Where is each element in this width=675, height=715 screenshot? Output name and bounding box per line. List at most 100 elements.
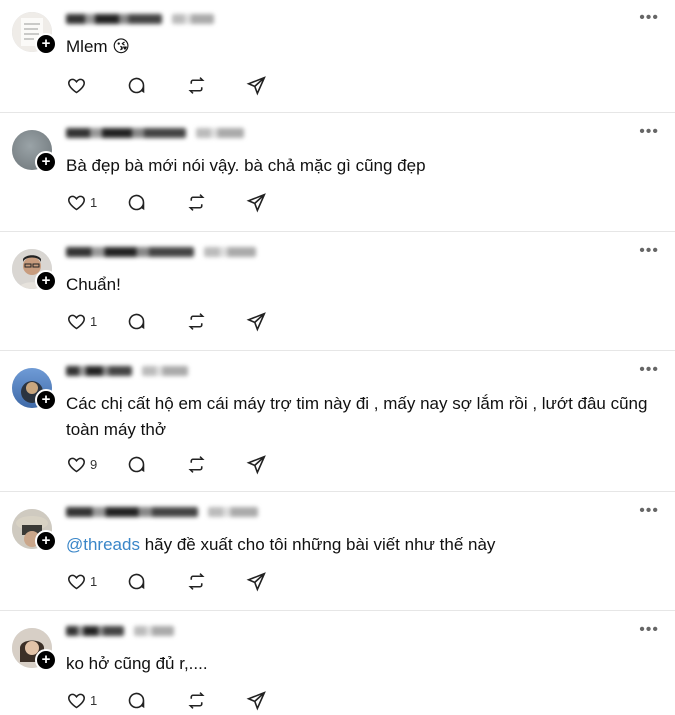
post-header: [66, 245, 256, 259]
share-button[interactable]: [236, 687, 296, 713]
send-icon: [246, 571, 266, 591]
like-count: 1: [90, 573, 98, 589]
more-options-icon[interactable]: •••: [639, 361, 659, 379]
repost-button[interactable]: [176, 189, 236, 215]
timestamp: [196, 128, 244, 138]
post-text: ko hở cũng đủ r,....: [66, 654, 208, 673]
username[interactable]: [66, 14, 162, 24]
like-count: 9: [90, 456, 98, 472]
reply-button[interactable]: [116, 72, 176, 98]
more-options-icon[interactable]: •••: [639, 123, 659, 141]
username[interactable]: [66, 128, 186, 138]
post-text: @threads hãy đề xuất cho tôi những bài v…: [66, 532, 659, 558]
repost-icon: [188, 312, 205, 330]
comment-icon: [128, 313, 145, 329]
share-button[interactable]: [236, 451, 296, 477]
username[interactable]: [66, 507, 198, 517]
timestamp: [172, 14, 214, 24]
repost-icon: [188, 193, 205, 211]
like-button[interactable]: 1: [56, 568, 116, 594]
heart-icon: [68, 574, 85, 589]
heart-icon: [68, 195, 85, 210]
reply-button[interactable]: [116, 308, 176, 334]
timestamp: [134, 626, 174, 636]
post-text: Mlem 😘: [66, 37, 130, 56]
comment-icon: [128, 456, 145, 472]
reply-post: + ••• Chuẩn! 1: [0, 232, 675, 351]
more-options-icon[interactable]: •••: [639, 242, 659, 260]
timestamp: [204, 247, 256, 257]
reply-button[interactable]: [116, 687, 176, 713]
repost-button[interactable]: [176, 451, 236, 477]
follow-plus-icon[interactable]: +: [35, 151, 57, 173]
send-icon: [246, 311, 266, 331]
send-icon: [246, 192, 266, 212]
post-header: [66, 364, 188, 378]
avatar[interactable]: +: [12, 628, 57, 671]
send-icon: [246, 690, 266, 710]
share-button[interactable]: [236, 308, 296, 334]
action-bar: 1: [56, 687, 296, 713]
comment-icon: [128, 573, 145, 589]
repost-icon: [188, 76, 205, 94]
username[interactable]: [66, 247, 194, 257]
action-bar: 1: [56, 308, 296, 334]
more-options-icon[interactable]: •••: [639, 9, 659, 27]
comment-icon: [128, 692, 145, 708]
heart-icon: [68, 693, 85, 708]
follow-plus-icon[interactable]: +: [35, 530, 57, 552]
repost-button[interactable]: [176, 568, 236, 594]
share-button[interactable]: [236, 568, 296, 594]
repost-button[interactable]: [176, 308, 236, 334]
username[interactable]: [66, 366, 132, 376]
post-header: [66, 126, 244, 140]
heart-icon: [68, 457, 85, 472]
comment-icon: [128, 194, 145, 210]
avatar[interactable]: +: [12, 130, 57, 173]
timestamp: [142, 366, 188, 376]
like-count: 1: [90, 313, 98, 329]
follow-plus-icon[interactable]: +: [35, 270, 57, 292]
avatar[interactable]: +: [12, 12, 57, 55]
send-icon: [246, 454, 266, 474]
reply-button[interactable]: [116, 189, 176, 215]
avatar[interactable]: +: [12, 509, 57, 552]
share-button[interactable]: [236, 72, 296, 98]
share-button[interactable]: [236, 189, 296, 215]
reply-post: + ••• @threads hãy đề xuất cho tôi những…: [0, 492, 675, 611]
more-options-icon[interactable]: •••: [639, 502, 659, 520]
action-bar: 1: [56, 568, 296, 594]
avatar[interactable]: +: [12, 249, 57, 292]
reply-button[interactable]: [116, 451, 176, 477]
follow-plus-icon[interactable]: +: [35, 649, 57, 671]
like-button[interactable]: 1: [56, 308, 116, 334]
heart-icon: [68, 314, 85, 329]
more-options-icon[interactable]: •••: [639, 621, 659, 639]
like-button[interactable]: [56, 72, 116, 98]
post-text-body: hãy đề xuất cho tôi những bài viết như t…: [139, 535, 496, 554]
post-text: Các chị cất hộ em cái máy trợ tim này đi…: [66, 394, 648, 439]
reply-post: + ••• Bà đẹp bà mới nói vậy. bà chả mặc …: [0, 113, 675, 232]
timestamp: [208, 507, 258, 517]
like-button[interactable]: 1: [56, 687, 116, 713]
username[interactable]: [66, 626, 124, 636]
like-button[interactable]: 1: [56, 189, 116, 215]
threads-mention-link[interactable]: @threads: [66, 535, 140, 554]
post-header: [66, 505, 258, 519]
follow-plus-icon[interactable]: +: [35, 389, 57, 411]
threads-reply-feed: + ••• Mlem 😘 + ••• Bà đẹp bà mới nói vậy…: [0, 0, 675, 715]
repost-button[interactable]: [176, 687, 236, 713]
avatar[interactable]: +: [12, 368, 57, 411]
repost-icon: [188, 691, 205, 709]
send-icon: [246, 75, 266, 95]
action-bar: 1: [56, 189, 296, 215]
repost-button[interactable]: [176, 72, 236, 98]
reply-post: + ••• Mlem 😘: [0, 0, 675, 113]
post-text: Bà đẹp bà mới nói vậy. bà chả mặc gì cũn…: [66, 156, 426, 175]
reply-button[interactable]: [116, 568, 176, 594]
post-header: [66, 12, 214, 26]
follow-plus-icon[interactable]: +: [35, 33, 57, 55]
like-button[interactable]: 9: [56, 451, 116, 477]
like-count: 1: [90, 194, 98, 210]
action-bar: [56, 72, 296, 98]
